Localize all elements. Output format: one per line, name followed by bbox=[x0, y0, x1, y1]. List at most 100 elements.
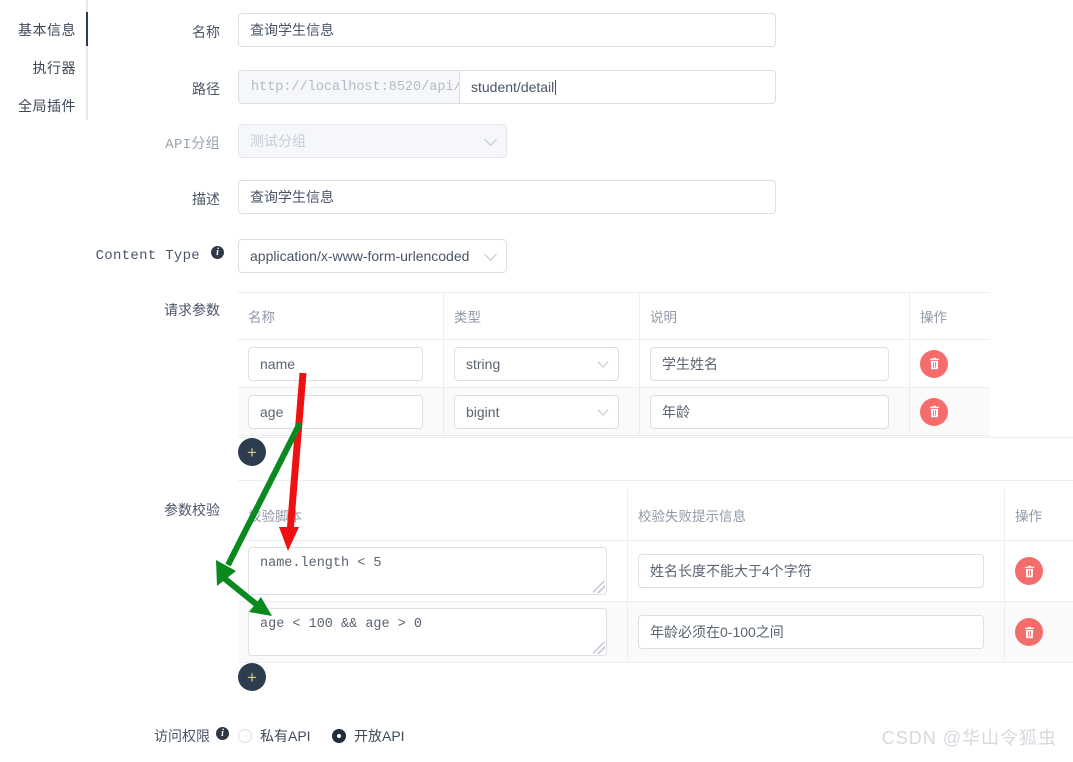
radio-indicator bbox=[332, 729, 346, 743]
info-icon[interactable]: i bbox=[211, 246, 224, 259]
path-input-value: student/detail bbox=[471, 79, 555, 95]
content-type-label: Content Type bbox=[90, 246, 200, 264]
table-row: age < 100 && age > 0 年龄必须在0-100之间 bbox=[238, 602, 1073, 663]
validation-script-textarea[interactable]: age < 100 && age > 0 bbox=[248, 608, 607, 656]
validation-script-textarea[interactable]: name.length < 5 bbox=[248, 547, 607, 595]
param-type-select[interactable]: string bbox=[454, 346, 619, 381]
trash-icon bbox=[1024, 626, 1034, 638]
description-input-value: 查询学生信息 bbox=[250, 189, 334, 205]
table-header-row: 名称 类型 说明 操作 bbox=[238, 293, 990, 340]
active-tab-indicator bbox=[86, 12, 88, 46]
param-name-input[interactable]: name bbox=[248, 346, 423, 381]
cell-message: 年龄必须在0-100之间 bbox=[628, 602, 1005, 662]
path-input[interactable]: student/detail bbox=[459, 70, 776, 104]
add-validation-rule-label: + bbox=[247, 667, 257, 687]
sidebar-item-global-plugins[interactable]: 全局插件 bbox=[18, 96, 76, 116]
cell-desc: 学生姓名 bbox=[640, 340, 910, 387]
request-params-table: 名称 类型 说明 操作 name string 学生姓名 age bigint … bbox=[238, 292, 990, 436]
delete-row-button[interactable] bbox=[920, 397, 948, 426]
validation-script-value: age < 100 && age > 0 bbox=[260, 617, 423, 632]
param-name-value: name bbox=[260, 355, 296, 372]
validation-message-input[interactable]: 年龄必须在0-100之间 bbox=[638, 615, 984, 649]
sidebar-item-label: 全局插件 bbox=[18, 98, 76, 114]
cell-message: 姓名长度不能大于4个字符 bbox=[628, 541, 1005, 601]
api-group-select[interactable]: 测试分组 bbox=[238, 124, 507, 158]
param-desc-value: 年龄 bbox=[662, 403, 690, 420]
name-input[interactable]: 查询学生信息 bbox=[238, 13, 776, 47]
api-config-page: 基本信息 执行器 全局插件 名称 查询学生信息 路径 http://localh… bbox=[0, 0, 1073, 762]
radio-indicator bbox=[238, 729, 252, 743]
cell-script: name.length < 5 bbox=[238, 541, 628, 601]
param-type-value: string bbox=[466, 355, 501, 372]
radio-private-api[interactable]: 私有API bbox=[238, 726, 311, 746]
param-name-value: age bbox=[260, 403, 284, 420]
validation-message-value: 年龄必须在0-100之间 bbox=[650, 624, 784, 640]
delete-row-button[interactable] bbox=[920, 349, 948, 378]
delete-row-button[interactable] bbox=[1015, 618, 1043, 646]
description-label: 描述 bbox=[192, 191, 220, 207]
validation-message-input[interactable]: 姓名长度不能大于4个字符 bbox=[638, 554, 984, 588]
request-params-label: 请求参数 bbox=[164, 302, 220, 318]
param-name-input[interactable]: age bbox=[248, 394, 423, 429]
resize-grip-icon[interactable] bbox=[593, 581, 605, 593]
content-type-value: application/x-www-form-urlencoded bbox=[250, 248, 470, 264]
chevron-down-icon bbox=[597, 355, 609, 368]
add-request-param-label: + bbox=[247, 442, 257, 462]
sidebar-item-label: 基本信息 bbox=[18, 22, 76, 38]
trash-icon bbox=[929, 405, 939, 418]
cell-type: bigint bbox=[444, 388, 640, 435]
column-header-desc: 说明 bbox=[640, 293, 910, 339]
param-desc-input[interactable]: 年龄 bbox=[650, 394, 889, 429]
sidebar-item-basic-info[interactable]: 基本信息 bbox=[18, 20, 76, 40]
cell-name: name bbox=[238, 340, 444, 387]
cell-script: age < 100 && age > 0 bbox=[238, 602, 628, 662]
sidebar-item-executor[interactable]: 执行器 bbox=[33, 58, 77, 78]
sidebar-tabs: 基本信息 执行器 全局插件 bbox=[0, 0, 88, 120]
table-bottom-divider bbox=[238, 437, 1073, 438]
table-row: name.length < 5 姓名长度不能大于4个字符 bbox=[238, 541, 1073, 602]
trash-icon bbox=[929, 357, 939, 370]
radio-label: 开放API bbox=[354, 728, 405, 744]
watermark: CSDN @华山令狐虫 bbox=[881, 728, 1057, 748]
add-request-param-button[interactable]: + bbox=[238, 438, 266, 466]
chevron-down-icon bbox=[597, 403, 609, 416]
name-label: 名称 bbox=[192, 24, 220, 40]
table-row: name string 学生姓名 bbox=[238, 340, 990, 388]
column-header-name: 名称 bbox=[238, 293, 444, 339]
sidebar-item-label: 执行器 bbox=[32, 60, 76, 76]
api-group-label: API分组 bbox=[140, 133, 220, 153]
cell-name: age bbox=[238, 388, 444, 435]
text-caret bbox=[555, 79, 557, 95]
description-input[interactable]: 查询学生信息 bbox=[238, 180, 776, 214]
cell-action bbox=[1005, 602, 1073, 662]
table-header-row: 校验脚本 校验失败提示信息 操作 bbox=[238, 489, 1073, 541]
cell-action bbox=[910, 388, 990, 435]
table-row: age bigint 年龄 bbox=[238, 388, 990, 436]
param-desc-input[interactable]: 学生姓名 bbox=[650, 346, 889, 381]
cell-type: string bbox=[444, 340, 640, 387]
column-header-message: 校验失败提示信息 bbox=[628, 489, 1005, 540]
chevron-down-icon bbox=[484, 248, 497, 261]
validation-message-value: 姓名长度不能大于4个字符 bbox=[650, 563, 812, 579]
column-header-script: 校验脚本 bbox=[238, 489, 628, 540]
param-desc-value: 学生姓名 bbox=[662, 355, 718, 372]
column-header-action: 操作 bbox=[1015, 508, 1042, 524]
section-divider bbox=[238, 480, 1073, 481]
api-group-label-text: API分组 bbox=[165, 137, 220, 153]
cell-desc: 年龄 bbox=[640, 388, 910, 435]
param-type-select[interactable]: bigint bbox=[454, 394, 619, 429]
chevron-down-icon bbox=[484, 133, 497, 146]
validation-script-value: name.length < 5 bbox=[260, 556, 382, 571]
add-validation-rule-button[interactable]: + bbox=[238, 663, 266, 691]
content-type-select[interactable]: application/x-www-form-urlencoded bbox=[238, 239, 507, 273]
resize-grip-icon[interactable] bbox=[593, 642, 605, 654]
api-group-placeholder: 测试分组 bbox=[250, 133, 306, 149]
trash-icon bbox=[1024, 565, 1034, 577]
delete-row-button[interactable] bbox=[1015, 557, 1043, 585]
info-icon[interactable]: i bbox=[216, 727, 229, 740]
column-header-type: 类型 bbox=[444, 293, 640, 339]
path-prefix: http://localhost:8520/api/ bbox=[238, 70, 462, 104]
param-type-value: bigint bbox=[466, 403, 500, 420]
radio-open-api[interactable]: 开放API bbox=[332, 726, 405, 746]
column-header-action: 操作 bbox=[920, 310, 947, 325]
